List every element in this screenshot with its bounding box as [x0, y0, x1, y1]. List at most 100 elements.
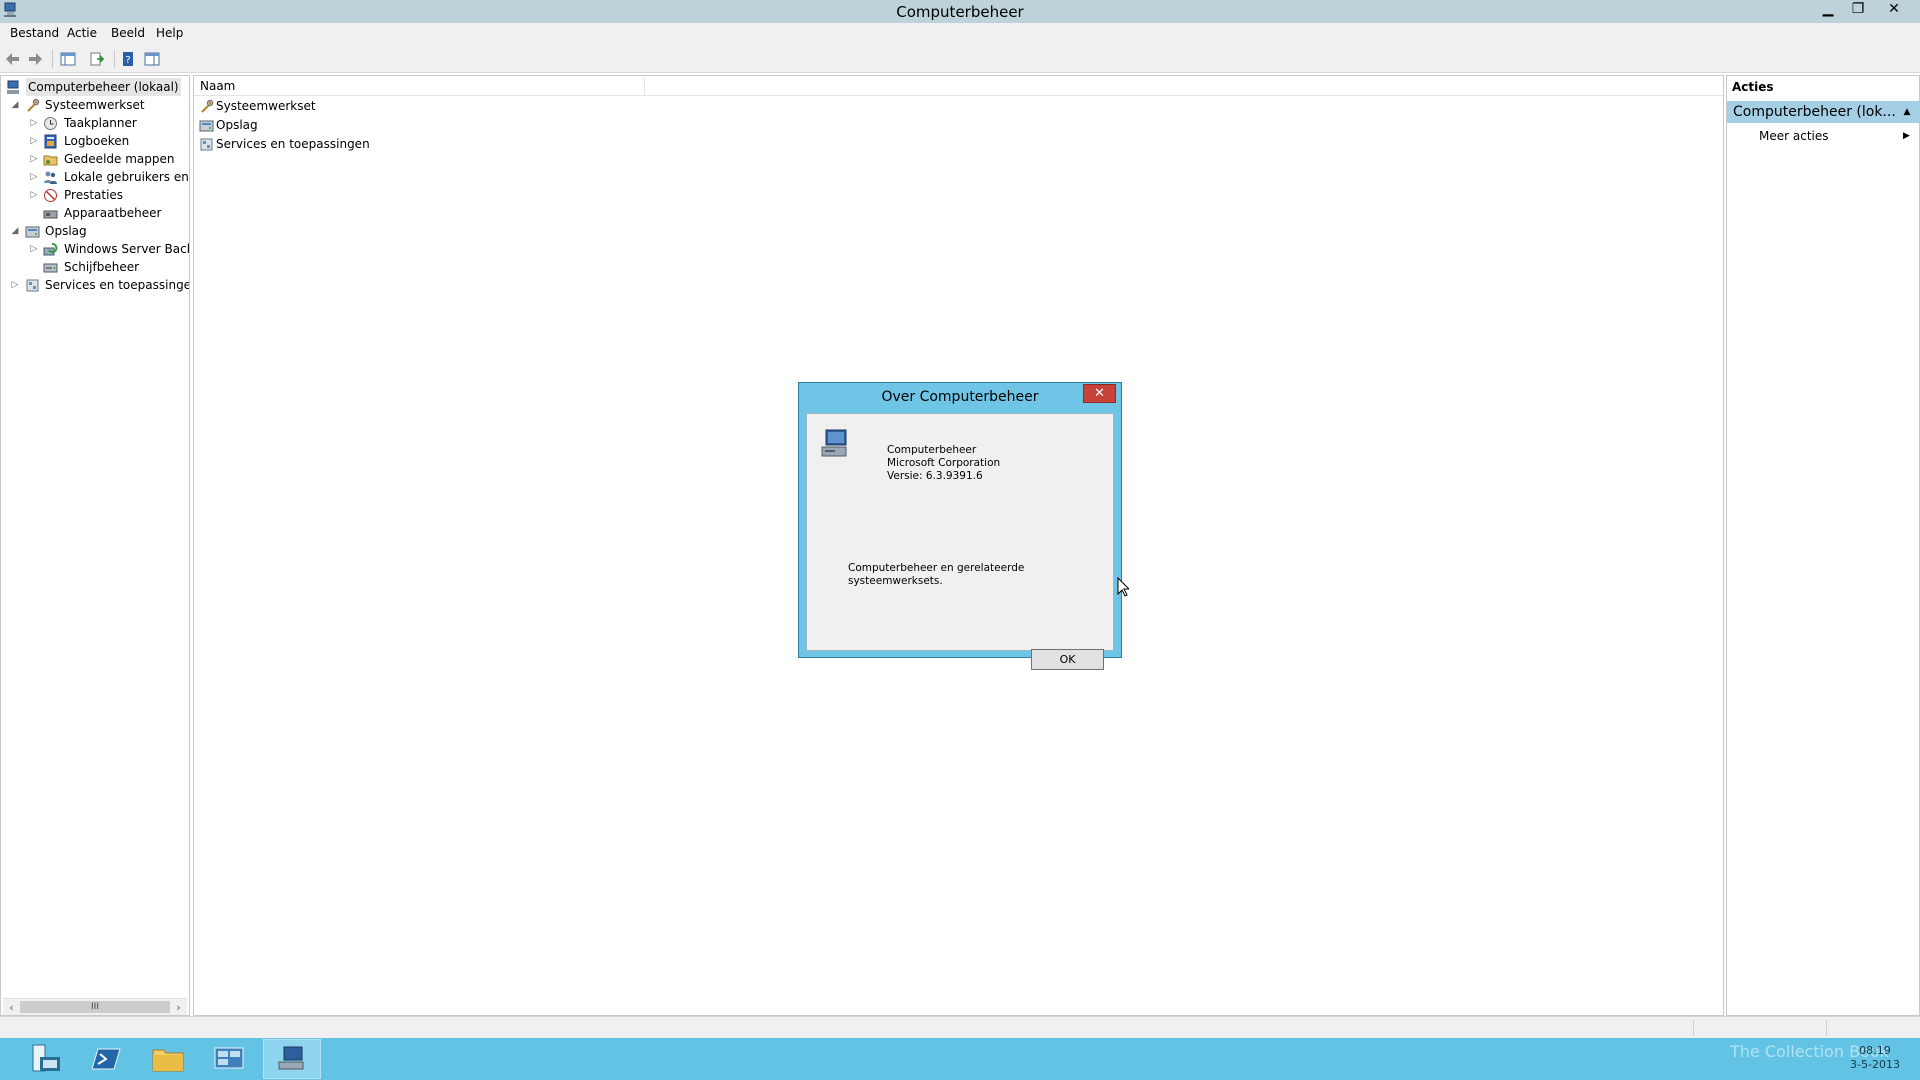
svg-text:?: ?: [125, 55, 130, 66]
services-icon: [26, 279, 39, 292]
collapsed-arrow-icon[interactable]: ▷: [29, 168, 39, 186]
tools-icon: [201, 99, 214, 113]
dialog-close-button[interactable]: ✕: [1083, 384, 1116, 403]
export-list-icon[interactable]: [87, 49, 107, 69]
tree-item-logboeken[interactable]: ▷ Logboeken: [1, 132, 189, 150]
column-header-naam[interactable]: Naam: [200, 79, 235, 93]
tree-item-apparaatbeheer[interactable]: Apparaatbeheer: [1, 204, 189, 222]
status-bar: [0, 1016, 1920, 1039]
list-item-label: Services en toepassingen: [216, 137, 370, 151]
storage-icon: [25, 226, 40, 238]
tree-item-label: Prestaties: [64, 188, 124, 202]
window-title-bar: Computerbeheer ▁ ❐ ✕: [0, 0, 1920, 23]
collapse-up-icon[interactable]: ▲: [1899, 101, 1915, 123]
menu-bar: Bestand Actie Beeld Help: [0, 23, 1920, 45]
list-item-label: Systeemwerkset: [216, 99, 316, 113]
tree-item-label: Apparaatbeheer: [64, 206, 162, 220]
dialog-description: Computerbeheer en gerelateerde systeemwe…: [848, 562, 1025, 587]
file-explorer-icon[interactable]: [139, 1039, 197, 1079]
about-dialog: Over Computerbeheer ✕ Computerbeheer Mic…: [798, 382, 1122, 670]
event-viewer-icon: [44, 134, 57, 149]
tray-clock[interactable]: 08:19 3-5-2013: [1845, 1044, 1905, 1072]
tree-root-label: Computerbeheer (lokaal): [26, 78, 181, 96]
status-divider: [1693, 1020, 1694, 1036]
mouse-cursor-icon: [1117, 577, 1129, 597]
clock-icon: [44, 117, 57, 130]
tree-root[interactable]: Computerbeheer (lokaal): [1, 78, 189, 96]
tree-horizontal-scrollbar[interactable]: ‹ III ›: [3, 998, 187, 1015]
tree-item-opslag[interactable]: ◢ Opslag: [1, 222, 189, 240]
storage-icon: [199, 120, 214, 132]
scroll-right-icon[interactable]: ›: [170, 999, 187, 1015]
dialog-body: Computerbeheer Microsoft Corporation Ver…: [806, 413, 1114, 670]
tree-item-lokale-gebruikers[interactable]: ▷ Lokale gebruikers en gr: [1, 168, 189, 186]
forward-icon[interactable]: [25, 49, 45, 69]
column-divider[interactable]: [644, 77, 645, 95]
actions-section-header[interactable]: Computerbeheer (lok...: [1727, 101, 1919, 123]
toolbar-separator: [52, 50, 53, 68]
ok-button[interactable]: OK: [1031, 649, 1104, 670]
help-icon[interactable]: ?: [118, 49, 138, 69]
minimize-button[interactable]: ▁: [1813, 0, 1843, 18]
meer-acties-item[interactable]: Meer acties: [1759, 127, 1829, 145]
back-icon[interactable]: [3, 49, 23, 69]
close-button[interactable]: ✕: [1879, 0, 1909, 18]
users-icon: [44, 171, 57, 184]
expanded-arrow-icon[interactable]: ◢: [10, 96, 20, 114]
collapsed-arrow-icon[interactable]: ▷: [29, 150, 39, 168]
disk-management-icon: [43, 263, 58, 273]
services-icon: [200, 138, 213, 151]
tree-item-prestaties[interactable]: ▷ Prestaties: [1, 186, 189, 204]
device-manager-icon: [43, 210, 58, 219]
menu-beeld[interactable]: Beeld: [111, 26, 145, 40]
performance-icon: [44, 189, 57, 202]
menu-actie[interactable]: Actie: [67, 26, 97, 40]
list-header: Naam: [194, 77, 1723, 96]
show-hide-tree-icon[interactable]: [58, 49, 78, 69]
dialog-title: Over Computerbeheer: [881, 389, 1039, 405]
toolbar: ?: [0, 45, 1920, 73]
tree-item-services-en-toepassingen[interactable]: ▷ Services en toepassingen: [1, 276, 189, 294]
tree-item-gedeelde-mappen[interactable]: ▷ Gedeelde mappen: [1, 150, 189, 168]
tree-item-label: Lokale gebruikers en gr: [64, 170, 189, 184]
shared-folder-icon: [43, 155, 58, 166]
restore-button[interactable]: ❐: [1843, 0, 1873, 18]
tree-item-label: Systeemwerkset: [45, 98, 145, 112]
tree-item-schijfbeheer[interactable]: Schijfbeheer: [1, 258, 189, 276]
scrollbar-thumb[interactable]: III: [20, 1001, 170, 1013]
scroll-left-icon[interactable]: ‹: [3, 999, 20, 1015]
dialog-version: Versie: 6.3.9391.6: [887, 470, 983, 482]
dialog-company: Microsoft Corporation: [887, 457, 1001, 469]
clock-time: 08:19: [1859, 1044, 1891, 1057]
expanded-arrow-icon[interactable]: ◢: [10, 222, 20, 240]
collapsed-arrow-icon[interactable]: ▷: [29, 186, 39, 204]
actions-header: Acties: [1732, 80, 1774, 94]
control-panel-icon[interactable]: [200, 1039, 258, 1079]
window-title: Computerbeheer: [896, 3, 1024, 21]
computer-management-icon: [7, 80, 19, 94]
powershell-icon[interactable]: [78, 1039, 136, 1079]
menu-bestand[interactable]: Bestand: [10, 26, 59, 40]
tree-item-label: Schijfbeheer: [64, 260, 140, 274]
list-item-label: Opslag: [216, 118, 258, 132]
tree-item-taakplanner[interactable]: ▷ Taakplanner: [1, 114, 189, 132]
server-manager-icon[interactable]: [17, 1039, 75, 1079]
collapsed-arrow-icon[interactable]: ▷: [29, 240, 39, 258]
taskbar: The Collection Book 08:19 3-5-2013: [0, 1038, 1920, 1080]
collapsed-arrow-icon[interactable]: ▷: [29, 114, 39, 132]
tree-item-systeemwerkset[interactable]: ◢ Systeemwerkset: [1, 96, 189, 114]
submenu-arrow-icon: ▶: [1903, 131, 1910, 141]
clock-date: 3-5-2013: [1850, 1058, 1900, 1071]
menu-help[interactable]: Help: [156, 26, 183, 40]
computer-management-task-icon[interactable]: [263, 1039, 321, 1079]
console-tree[interactable]: Computerbeheer (lokaal) ◢ Systeemwerkset…: [0, 75, 190, 1016]
tree-item-windows-server-backup[interactable]: ▷ Windows Server Back-u: [1, 240, 189, 258]
collapsed-arrow-icon[interactable]: ▷: [10, 276, 20, 294]
tree-item-label: Windows Server Back-u: [64, 242, 189, 256]
tree-item-label: Opslag: [45, 224, 87, 238]
dialog-product-name: Computerbeheer: [887, 444, 977, 456]
show-hide-action-pane-icon[interactable]: [142, 49, 162, 69]
collapsed-arrow-icon[interactable]: ▷: [29, 132, 39, 150]
computer-management-icon: [821, 429, 847, 457]
backup-icon: [43, 243, 58, 256]
